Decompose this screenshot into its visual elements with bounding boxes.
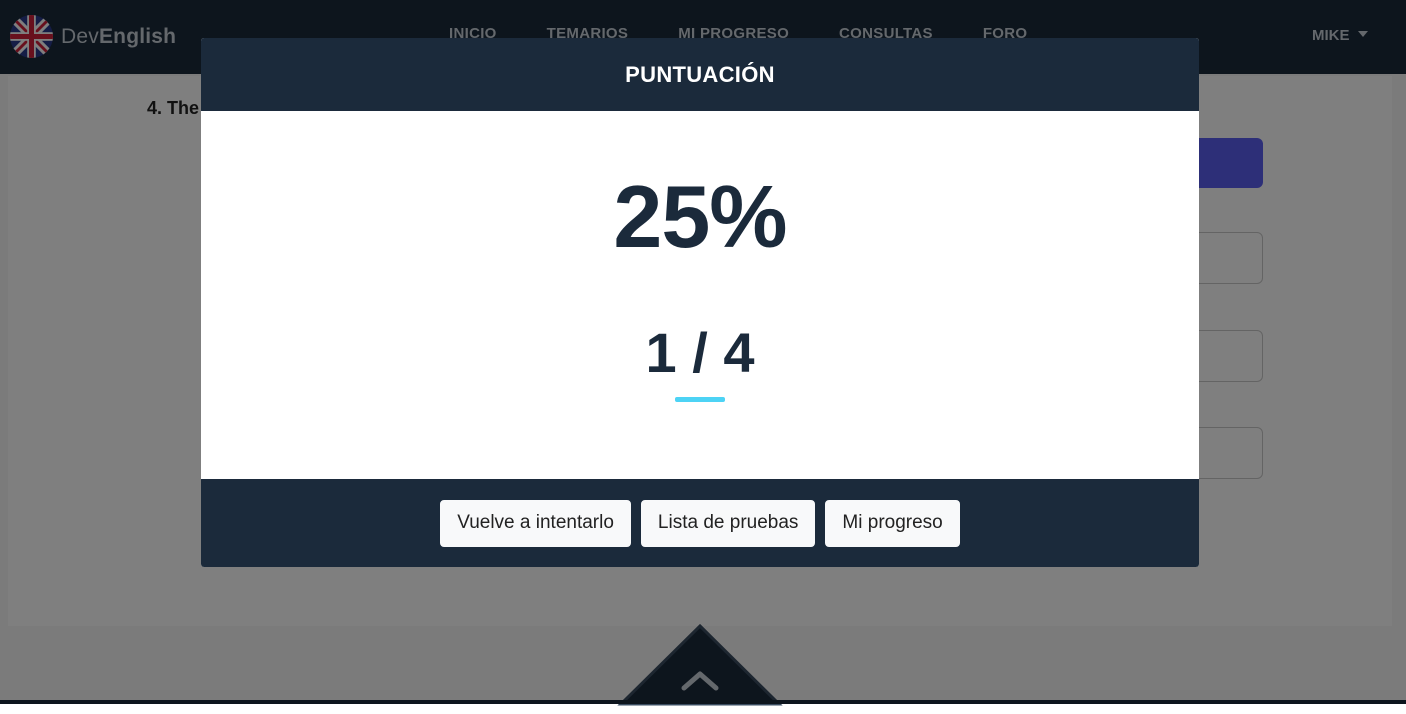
- score-underline: [675, 397, 725, 402]
- modal-body: 25% 1 / 4: [201, 111, 1199, 479]
- retry-button[interactable]: Vuelve a intentarlo: [440, 499, 631, 547]
- modal-footer: Vuelve a intentarlo Lista de pruebas Mi …: [201, 479, 1199, 567]
- my-progress-button[interactable]: Mi progreso: [825, 499, 960, 547]
- score-fraction: 1 / 4: [645, 321, 755, 384]
- score-modal: PUNTUACIÓN 25% 1 / 4 Vuelve a intentarlo…: [201, 38, 1199, 567]
- score-percent: 25%: [613, 167, 787, 266]
- modal-title: PUNTUACIÓN: [625, 61, 775, 87]
- modal-header: PUNTUACIÓN: [201, 38, 1199, 111]
- tests-list-button[interactable]: Lista de pruebas: [640, 499, 816, 547]
